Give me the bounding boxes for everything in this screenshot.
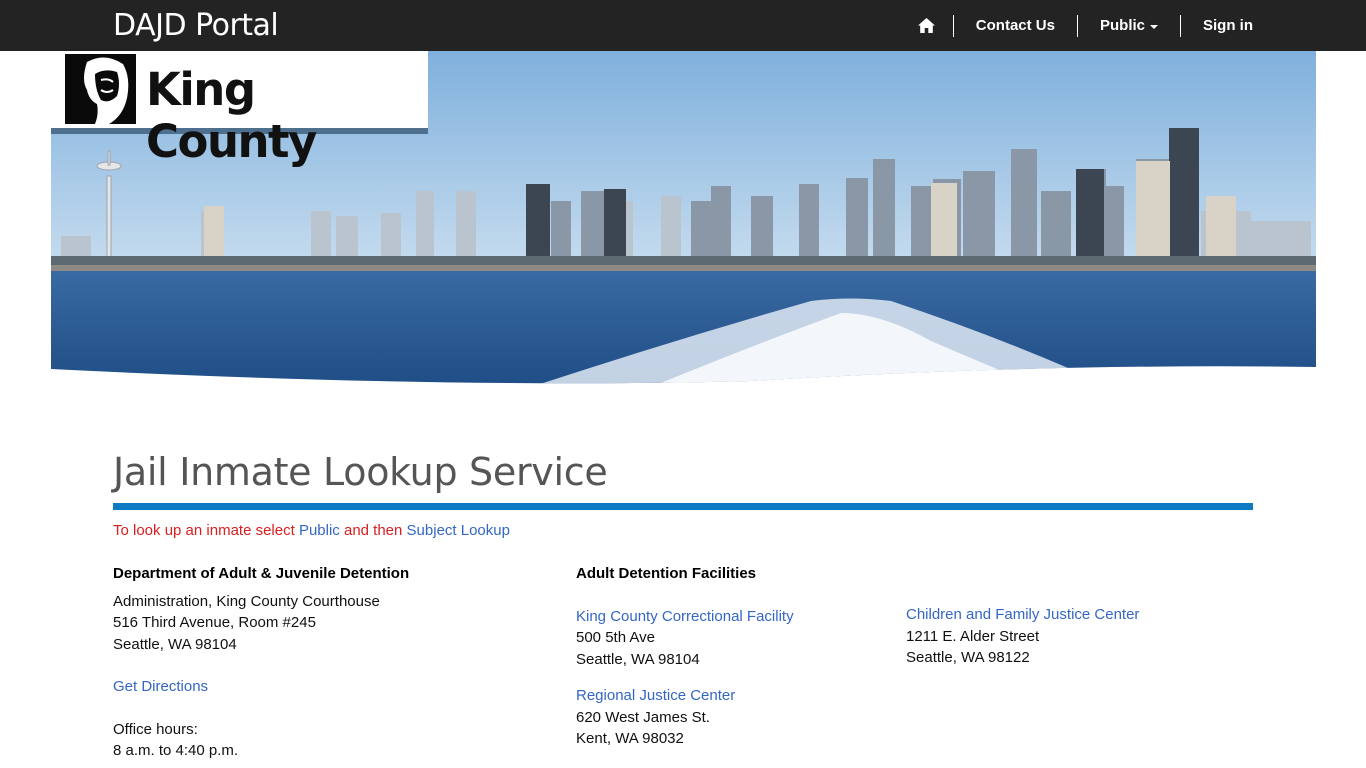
- mlk-portrait-icon: [65, 54, 136, 124]
- instructions-middle: and then: [339, 522, 407, 539]
- subject-lookup-link[interactable]: Subject Lookup: [407, 522, 510, 539]
- lookup-instructions: To look up an inmate select Public and t…: [113, 522, 510, 539]
- office-hours-label: Office hours:: [113, 720, 198, 738]
- department-address-line: Administration, King County Courthouse: [113, 592, 380, 610]
- home-link[interactable]: [917, 15, 953, 37]
- logo-text: King County: [146, 63, 317, 168]
- top-navbar: DAJD Portal Contact Us Public Sign in: [0, 0, 1366, 51]
- facility-address-line: Kent, WA 98032: [576, 730, 684, 747]
- facilities-heading: Adult Detention Facilities: [576, 565, 757, 582]
- adult-detention-facilities: Adult Detention Facilities King County C…: [576, 563, 876, 750]
- caret-down-icon: [1150, 24, 1158, 29]
- juvenile-facility: Children and Family Justice Center 1211 …: [906, 604, 1246, 669]
- contact-us-link[interactable]: Contact Us: [954, 15, 1077, 37]
- department-address-line: Seattle, WA 98104: [113, 635, 237, 653]
- king-county-logo[interactable]: King County: [51, 51, 428, 168]
- home-icon: [917, 18, 935, 33]
- facility-address-line: Seattle, WA 98122: [906, 649, 1030, 666]
- facility-address-line: 1211 E. Alder Street: [906, 627, 1040, 645]
- facility-address-line: 620 West James St.: [576, 708, 710, 726]
- department-info: Department of Adult & Juvenile Detention…: [113, 563, 533, 762]
- instructions-prefix: To look up an inmate select: [113, 522, 299, 539]
- facility-address-line: Seattle, WA 98104: [576, 650, 700, 668]
- sign-in-link[interactable]: Sign in: [1181, 15, 1253, 37]
- title-divider: [113, 503, 1253, 510]
- public-dropdown-label: Public: [1099, 16, 1145, 34]
- page-title: Jail Inmate Lookup Service: [113, 450, 608, 494]
- facility-link-cfjc[interactable]: Children and Family Justice Center: [906, 606, 1139, 623]
- department-address-line: 516 Third Avenue, Room #245: [113, 614, 316, 631]
- nav-menu: Contact Us Public Sign in: [917, 0, 1253, 51]
- office-hours-value: 8 a.m. to 4:40 p.m.: [113, 742, 239, 759]
- public-link[interactable]: Public: [299, 522, 340, 539]
- department-heading: Department of Adult & Juvenile Detention: [113, 565, 410, 582]
- brand-link[interactable]: DAJD Portal: [113, 8, 279, 44]
- get-directions-link[interactable]: Get Directions: [113, 678, 208, 695]
- facility-link-rjc[interactable]: Regional Justice Center: [576, 687, 735, 704]
- public-dropdown[interactable]: Public: [1078, 15, 1180, 37]
- facility-address-line: 500 5th Ave: [576, 629, 655, 646]
- facility-link-kccf[interactable]: King County Correctional Facility: [576, 608, 794, 625]
